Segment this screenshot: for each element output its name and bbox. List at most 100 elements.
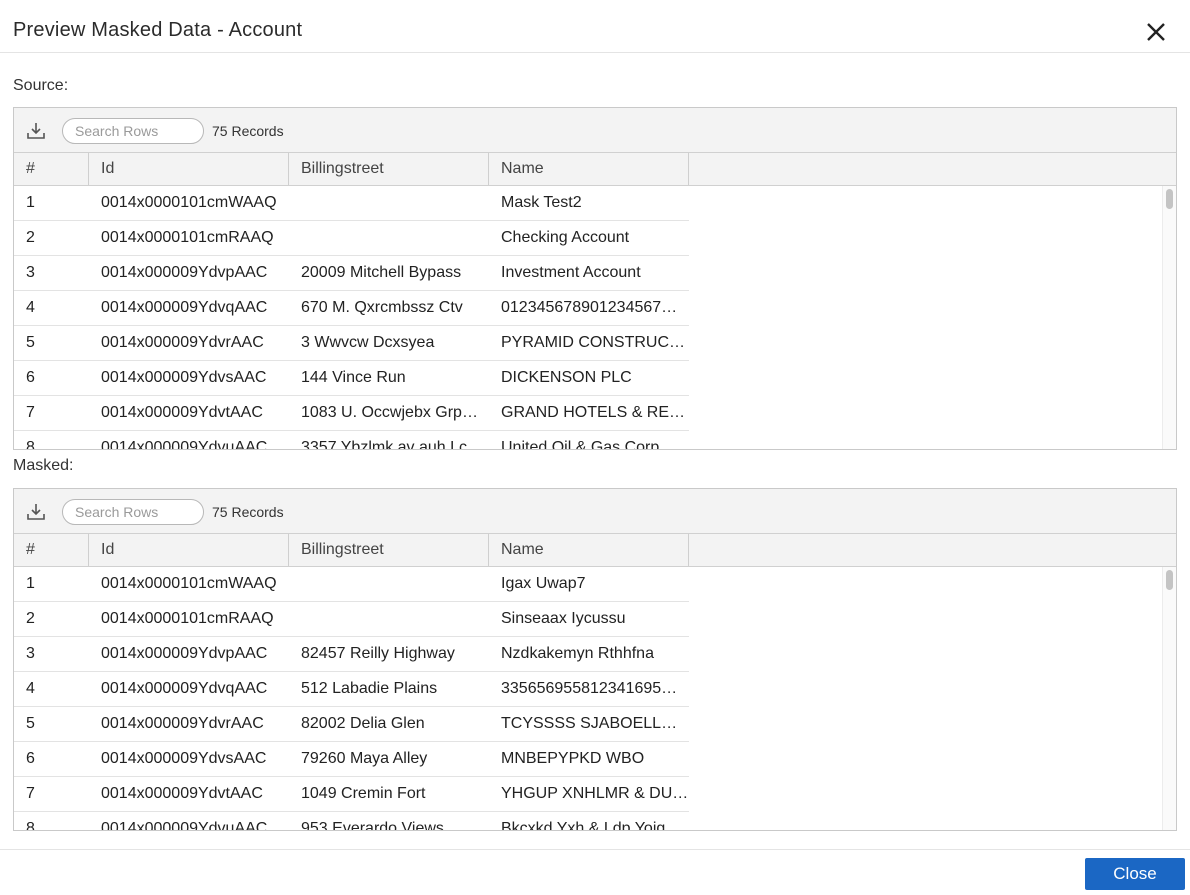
table-cell: [289, 221, 489, 255]
table-row[interactable]: 5 0014x000009YdvrAAC 3 Wwvcw Dcxsyea PYRAMI…: [14, 326, 689, 361]
column-header[interactable]: Id: [89, 534, 289, 566]
table-cell: 6: [26, 369, 35, 386]
table-cell: 0014x000009YdvrAAC: [101, 334, 264, 351]
column-header[interactable]: #: [14, 534, 89, 566]
table-cell: 0014x000009YdvtAAC: [101, 404, 263, 421]
source-label: Source:: [13, 77, 69, 94]
table-row[interactable]: 3 0014x000009YdvpAAC 20009 Mitchell Bypass…: [14, 256, 689, 291]
column-header[interactable]: Billingstreet: [289, 534, 489, 566]
close-button[interactable]: Close: [1085, 858, 1185, 890]
table-row[interactable]: 2 0014x0000101cmRAAQ Checking Account: [14, 221, 689, 256]
table-cell: GRAND HOTELS & RES…: [501, 404, 689, 421]
column-header[interactable]: Billingstreet: [289, 153, 489, 185]
table-row[interactable]: 5 0014x000009YdvrAAC 82002 Delia Glen TCYSS…: [14, 707, 689, 742]
table-cell: Investment Account: [501, 264, 641, 281]
download-icon[interactable]: [26, 121, 46, 141]
table-cell: 3: [26, 264, 35, 281]
masked-grid: 75 Records #IdBillingstreetName 1 0014x0000…: [13, 488, 1177, 831]
table-cell: 953 Everardo Views: [301, 820, 444, 831]
table-cell: DICKENSON PLC: [501, 369, 632, 386]
table-cell: 2: [26, 610, 35, 627]
table-row[interactable]: 7 0014x000009YdvtAAC 1083 U. Occwjebx Grp……: [14, 396, 689, 431]
table-cell: 0014x000009YdvpAAC: [101, 264, 268, 281]
dialog-title: Preview Masked Data - Account: [13, 19, 303, 41]
table-cell: 3 Wwvcw Dcxsyea: [301, 334, 435, 351]
table-cell: 670 M. Qxrcmbssz Ctv: [301, 299, 463, 316]
table-cell: 3: [26, 645, 35, 662]
column-header[interactable]: Id: [89, 153, 289, 185]
table-cell: 0014x0000101cmWAAQ: [101, 194, 277, 211]
table-cell: 0014x000009YdvqAAC: [101, 299, 268, 316]
column-header[interactable]: Name: [489, 153, 689, 185]
table-cell: TCYSSSS SJABOELLGQ…: [501, 715, 689, 732]
table-cell: Checking Account: [501, 229, 630, 246]
table-cell: 7: [26, 404, 35, 421]
table-cell: 512 Labadie Plains: [301, 680, 438, 697]
table-cell: 1049 Cremin Fort: [301, 785, 426, 802]
dialog-header: Preview Masked Data - Account: [0, 0, 1190, 53]
search-input[interactable]: [62, 118, 204, 144]
table-row[interactable]: 6 0014x000009YdvsAAC 144 Vince Run DICKENSO…: [14, 361, 689, 396]
table-cell: [289, 186, 489, 220]
record-count: 75 Records: [212, 504, 284, 520]
table-row[interactable]: 4 0014x000009YdvqAAC 512 Labadie Plains 335…: [14, 672, 689, 707]
vertical-scrollbar[interactable]: [1162, 567, 1176, 830]
table-cell: 8: [26, 439, 35, 450]
scrollbar-thumb[interactable]: [1166, 189, 1173, 209]
table-cell: [289, 602, 489, 636]
table-row[interactable]: 6 0014x000009YdvsAAC 79260 Maya Alley MNBEP…: [14, 742, 689, 777]
table-cell: Mask Test2: [501, 194, 582, 211]
close-icon[interactable]: [1143, 19, 1169, 45]
column-header[interactable]: #: [14, 153, 89, 185]
table-row[interactable]: 4 0014x000009YdvqAAC 670 M. Qxrcmbssz Ctv 0…: [14, 291, 689, 326]
table-cell: 0014x0000101cmWAAQ: [101, 575, 277, 592]
table-cell: YHGUP XNHLMR & DU…: [501, 785, 689, 802]
table-cell: 0014x000009YdvpAAC: [101, 645, 268, 662]
table-cell: 5: [26, 334, 35, 351]
vertical-scrollbar[interactable]: [1162, 186, 1176, 449]
table-row[interactable]: 1 0014x0000101cmWAAQ Mask Test2: [14, 186, 689, 221]
table-cell: MNBEPYPKD WBO: [501, 750, 645, 767]
source-grid: 75 Records #IdBillingstreetName 1 0014x0000…: [13, 107, 1177, 450]
table-cell: 8: [26, 820, 35, 831]
table-cell: 335656955812341695…: [501, 680, 678, 697]
table-cell: 7: [26, 785, 35, 802]
scrollbar-thumb[interactable]: [1166, 570, 1173, 590]
table-cell: 0014x000009YdvqAAC: [101, 680, 268, 697]
table-header: # Id Billingstreet Name: [14, 153, 1176, 186]
table-row[interactable]: 1 0014x0000101cmWAAQ Igax Uwap7: [14, 567, 689, 602]
table-cell: 1: [26, 575, 35, 592]
table-row[interactable]: 3 0014x000009YdvpAAC 82457 Reilly Highway N…: [14, 637, 689, 672]
table-cell: 82002 Delia Glen: [301, 715, 425, 732]
table-header: # Id Billingstreet Name: [14, 534, 1176, 567]
column-header[interactable]: Name: [489, 534, 689, 566]
table-cell: 0014x000009YdvuAAC: [101, 439, 268, 450]
table-cell: 3357 Ybzlmk av auh Lc…: [301, 439, 484, 450]
masked-label: Masked:: [13, 457, 74, 474]
grid-toolbar: 75 Records: [14, 489, 1176, 534]
table-row[interactable]: 8 0014x000009YdvuAAC 3357 Ybzlmk av auh Lc…: [14, 431, 689, 450]
table-cell: PYRAMID CONSTRUCT…: [501, 334, 689, 351]
table-cell: Nzdkakemyn Rthhfna: [501, 645, 654, 662]
table-cell: [289, 567, 489, 601]
download-icon[interactable]: [26, 502, 46, 522]
table-row[interactable]: 7 0014x000009YdvtAAC 1049 Cremin Fort YHGUP…: [14, 777, 689, 812]
table-cell: 20009 Mitchell Bypass: [301, 264, 462, 281]
table-cell: 0014x000009YdvsAAC: [101, 369, 267, 386]
record-count: 75 Records: [212, 123, 284, 139]
table-cell: 0014x0000101cmRAAQ: [101, 610, 274, 627]
table-cell: United Oil & Gas Corp…: [501, 439, 676, 450]
search-input[interactable]: [62, 499, 204, 525]
table-cell: 82457 Reilly Highway: [301, 645, 455, 662]
footer-divider: [0, 849, 1190, 850]
table-cell: 1083 U. Occwjebx Grp…: [301, 404, 478, 421]
table-cell: Bkcxkd Yxh & Ldp Yoig…: [501, 820, 682, 831]
table-cell: 144 Vince Run: [301, 369, 406, 386]
table-cell: 1: [26, 194, 35, 211]
table-row[interactable]: 2 0014x0000101cmRAAQ Sinseaax Iycussu: [14, 602, 689, 637]
table-cell: 4: [26, 680, 35, 697]
table-cell: 0014x0000101cmRAAQ: [101, 229, 274, 246]
table-row[interactable]: 8 0014x000009YdvuAAC 953 Everardo Views Bkc…: [14, 812, 689, 831]
table-cell: 012345678901234567…: [501, 299, 678, 316]
table-cell: Sinseaax Iycussu: [501, 610, 626, 627]
